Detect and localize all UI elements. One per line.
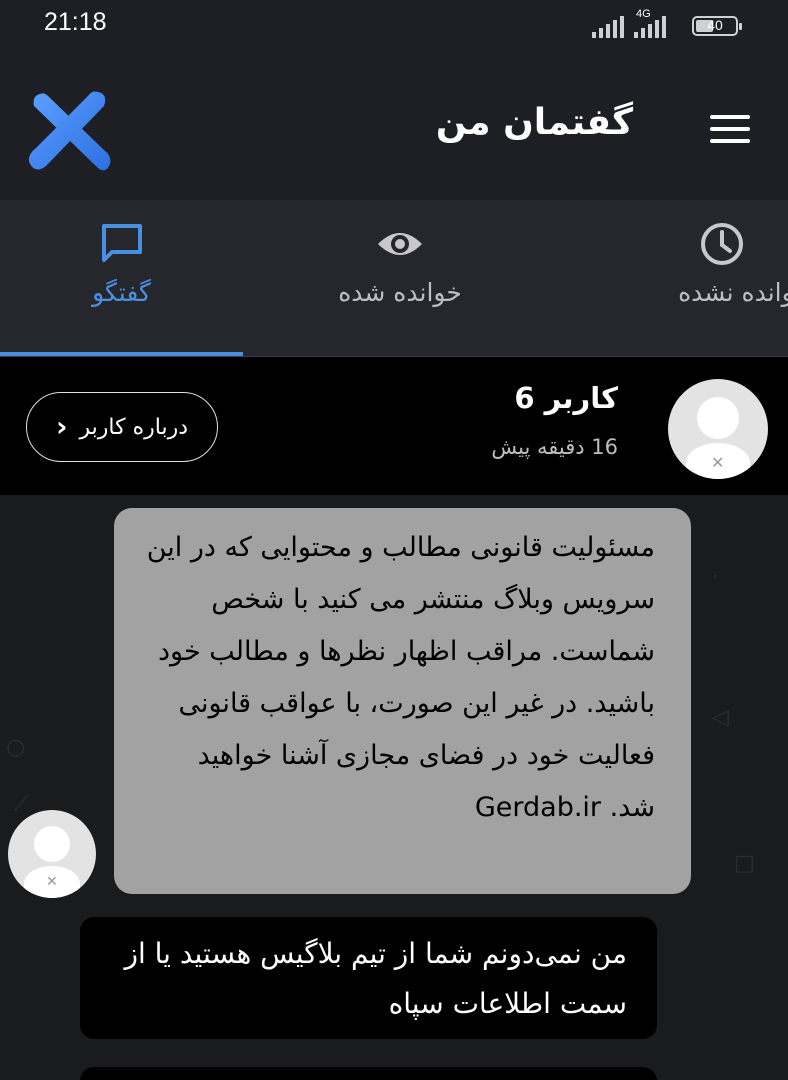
pattern-slash-icon: ⟋ bbox=[14, 791, 30, 816]
pattern-triangle-icon: ◁ bbox=[712, 705, 729, 730]
next-message-bubble bbox=[80, 1067, 657, 1080]
chat-area: ○ ⟋ ◁ □ · ✕ مسئولیت قانونی مطالب و محتوا… bbox=[0, 495, 788, 1080]
user-name: کاربر 6 bbox=[514, 381, 618, 415]
x-logo-icon[interactable] bbox=[22, 84, 114, 176]
status-indicators: 4G 40 bbox=[592, 8, 742, 38]
tab-chat-label: گفتگو bbox=[92, 278, 151, 307]
status-bar: 21:18 4G 40 bbox=[0, 0, 788, 50]
avatar[interactable]: ✕ bbox=[668, 379, 768, 479]
tab-unread-label: خوانده نشده bbox=[678, 278, 788, 307]
tab-read-label: خوانده شده bbox=[338, 278, 462, 307]
hamburger-menu-icon[interactable] bbox=[710, 115, 750, 145]
chevron-left-icon: ‹ bbox=[56, 410, 68, 443]
clock-icon bbox=[701, 223, 743, 265]
tab-read[interactable]: خوانده شده bbox=[300, 200, 500, 356]
pattern-circle-icon: ○ bbox=[6, 735, 26, 760]
user-header: درباره کاربر ‹ کاربر 6 16 دقیقه پیش ✕ bbox=[0, 357, 788, 495]
about-user-button[interactable]: درباره کاربر ‹ bbox=[26, 392, 218, 462]
pattern-square-icon: □ bbox=[734, 851, 755, 876]
battery-icon: 40 bbox=[692, 16, 742, 36]
about-user-label: درباره کاربر bbox=[79, 414, 188, 440]
sender-avatar[interactable]: ✕ bbox=[8, 810, 96, 898]
status-time: 21:18 bbox=[44, 8, 107, 36]
app-title: گفتمان من bbox=[435, 102, 633, 143]
chat-icon bbox=[101, 224, 142, 262]
signal-icon bbox=[592, 16, 624, 38]
active-tab-indicator bbox=[0, 352, 243, 356]
eye-icon bbox=[378, 233, 422, 255]
app-bar: گفتمان من bbox=[0, 50, 788, 200]
battery-level: 40 bbox=[707, 17, 723, 33]
pattern-dot-icon: · bbox=[712, 565, 719, 590]
tab-chat[interactable]: گفتگو bbox=[0, 200, 243, 356]
network-signal-icon: 4G bbox=[634, 8, 682, 38]
tab-unread[interactable]: خوانده نشده bbox=[640, 200, 788, 356]
tab-bar: گفتگو خوانده شده خوانده نشده bbox=[0, 200, 788, 357]
incoming-message[interactable]: مسئولیت قانونی مطالب و محتوایی که در این… bbox=[114, 508, 691, 894]
last-seen-time: 16 دقیقه پیش bbox=[491, 435, 618, 459]
outgoing-message[interactable]: من نمی‌دونم شما از تیم بلاگیس هستید یا ا… bbox=[80, 917, 657, 1039]
